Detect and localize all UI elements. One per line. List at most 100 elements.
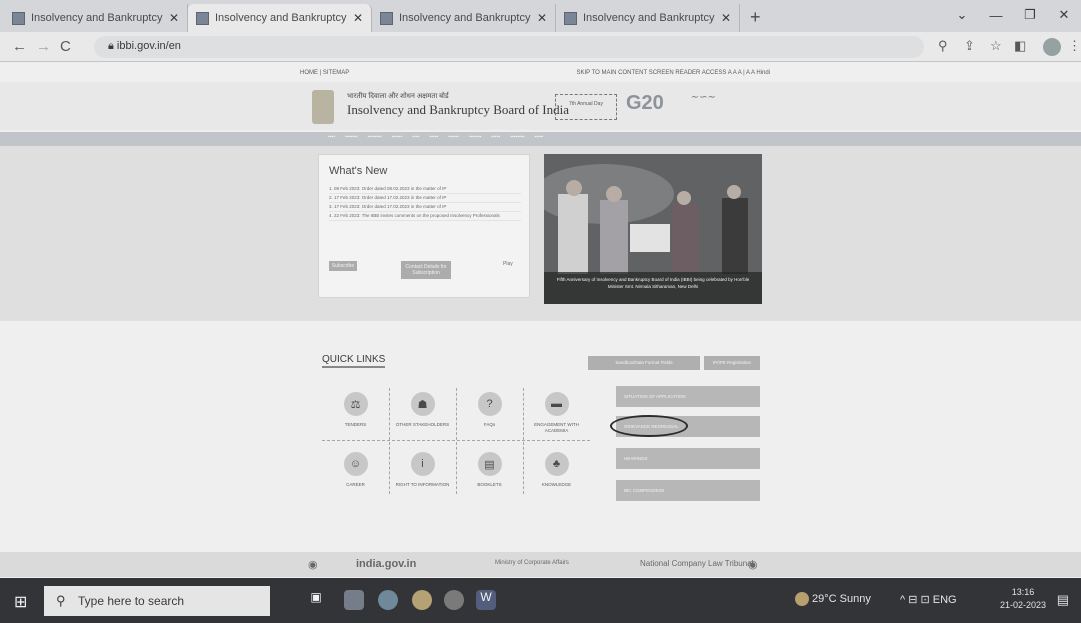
menu-item[interactable]: ▪▪▪▪▪ — [429, 134, 438, 140]
quick-link-booklets[interactable]: ▤ BOOKLETS — [456, 444, 523, 504]
weather-icon — [795, 592, 809, 606]
share-icon[interactable]: ⇪ — [964, 38, 975, 54]
search-icon: ⚲ — [56, 593, 66, 608]
task-view-icon[interactable]: ▣ — [306, 590, 326, 610]
zoom-icon[interactable]: ⚲ — [938, 38, 948, 54]
india-gov-link[interactable]: india.gov.in — [356, 558, 416, 570]
circle-icon: ◉ — [308, 559, 318, 571]
favicon-icon — [564, 11, 577, 25]
close-icon[interactable]: ✕ — [353, 11, 363, 25]
tab-strip: Insolvency and Bankruptcy Boar✕ Insolven… — [0, 0, 1081, 32]
menu-item[interactable]: ▪▪▪▪▪▪▪▪ — [368, 134, 382, 140]
menu-icon[interactable]: ⋮ — [1068, 38, 1081, 54]
mca-link[interactable]: Ministry of Corporate Affairs — [495, 560, 569, 566]
handshake-icon: ▬ — [544, 392, 569, 416]
people-icon: ☗ — [410, 392, 435, 416]
clock[interactable]: 13:16 21-02-2023 — [1000, 586, 1046, 612]
tab-search-icon[interactable]: ⌄ — [945, 7, 979, 23]
close-icon[interactable]: ✕ — [537, 11, 547, 25]
career-icon: ☺ — [343, 452, 368, 476]
forward-icon[interactable]: → — [36, 38, 51, 55]
quick-links-title: QUICK LINKS — [322, 354, 386, 368]
list-item[interactable]: 4. 22 Feb 2023: The IBBI invites comment… — [329, 212, 521, 221]
list-item[interactable]: 2. 17 Feb 2023: Order dated 17.02.2023 i… — [329, 194, 521, 203]
windows-start-icon[interactable]: ⊞ — [14, 592, 27, 612]
new-tab-button[interactable]: + — [740, 7, 771, 32]
notification-icon[interactable]: ▤ — [1057, 592, 1069, 608]
maximize-button[interactable]: ❐ — [1013, 7, 1047, 23]
footer-logos: ◉ india.gov.in Ministry of Corporate Aff… — [0, 552, 1081, 577]
favicon-icon — [380, 11, 393, 25]
back-icon[interactable]: ← — [12, 38, 27, 55]
gavel-icon: ⚖ — [343, 392, 368, 416]
nclt-link[interactable]: National Company Law Tribunal — [640, 559, 753, 568]
edge-icon[interactable] — [378, 590, 398, 610]
list-item[interactable]: 3. 17 Feb 2023: Order dated 17.02.2023 i… — [329, 203, 521, 212]
hero-section — [0, 146, 1081, 321]
chrome-icon[interactable] — [412, 590, 432, 610]
whats-new-list: 1. 09 Feb 2023: Order dated 08.02.2023 i… — [329, 185, 521, 221]
site-name-hindi: भारतीय दिवाला और शोधन अक्षमता बोर्ड — [347, 93, 449, 100]
favicon-icon — [12, 11, 25, 25]
quick-link-faqs[interactable]: ? FAQs — [456, 384, 523, 444]
anniversary-badge: 7th Annual Day — [555, 94, 617, 120]
star-icon[interactable]: ☆ — [990, 38, 1002, 54]
reload-icon[interactable]: C — [60, 38, 71, 55]
emblem-icon — [312, 90, 334, 124]
play-button[interactable]: Play — [503, 261, 513, 267]
close-icon[interactable]: ✕ — [721, 11, 731, 25]
knowledge-icon: ♣ — [544, 452, 569, 476]
circle-icon: ◉ — [748, 559, 758, 571]
close-window-button[interactable]: ✕ — [1047, 7, 1081, 23]
favicon-icon — [196, 11, 209, 25]
minimize-button[interactable]: — — [979, 8, 1013, 23]
menu-item[interactable]: ▪▪▪▪ — [328, 134, 335, 140]
quick-link-stakeholders[interactable]: ☗ OTHER STAKEHOLDERS — [389, 384, 456, 444]
quick-link-career[interactable]: ☺ CAREER — [322, 444, 389, 504]
weather-text[interactable]: 29°C Sunny — [812, 593, 871, 605]
close-icon[interactable]: ✕ — [169, 11, 179, 25]
main-menu: ▪▪▪▪ ▪▪▪▪▪▪▪ ▪▪▪▪▪▪▪▪ ▪▪▪▪▪▪ ▪▪▪▪ ▪▪▪▪▪ ▪▪▪▪▪▪… — [328, 134, 543, 140]
browser-tab[interactable]: Insolvency and Bankruptcy Boar✕ — [556, 4, 740, 32]
sandbox-button[interactable]: Sandbox/Data Format Fields — [588, 356, 700, 370]
g20-logo: G20 — [626, 92, 664, 114]
menu-item[interactable]: ▪▪▪▪▪▪ — [448, 134, 459, 140]
menu-item[interactable]: ▪▪▪▪▪▪▪ — [469, 134, 481, 140]
browser-tab-active[interactable]: Insolvency and Bankruptcy Boar✕ — [188, 4, 372, 32]
browser-tab[interactable]: Insolvency and Bankruptcy Boar✕ — [372, 4, 556, 32]
browser-tab[interactable]: Insolvency and Bankruptcy Boar✕ — [4, 4, 188, 32]
quick-link-academia[interactable]: ▬ ENGAGEMENT WITH ACADEMIA — [523, 384, 590, 444]
quick-link-knowledge[interactable]: ♣ KNOWLEDGE — [523, 444, 590, 504]
avatar[interactable] — [1043, 38, 1061, 56]
photo-slideshow[interactable]: Fifth Anniversary of Insolvency and Bank… — [544, 154, 762, 304]
window-controls: ⌄ — ❐ ✕ — [945, 0, 1081, 30]
right-link-application[interactable]: SITUATION OF APPLICATION — [616, 386, 760, 407]
address-bar-row: ← → C 🔒︎ ibbi.gov.in/en ⚲ ⇪ ☆ ◧ ⋮ — [0, 32, 1081, 62]
site-name[interactable]: Insolvency and Bankruptcy Board of India — [347, 102, 569, 118]
system-tray[interactable]: ^ ⊟ ⊡ ENG — [900, 593, 957, 606]
quick-link-rti[interactable]: i RIGHT TO INFORMATION — [389, 444, 456, 504]
word-icon[interactable]: W — [476, 590, 496, 610]
registration-button[interactable]: IP/IPE Registration — [704, 356, 760, 370]
info-icon: i — [410, 452, 435, 476]
menu-item[interactable]: ▪▪▪▪▪▪▪▪ — [510, 134, 524, 140]
menu-item[interactable]: ▪▪▪▪ — [412, 134, 419, 140]
sidebar-icon[interactable]: ◧ — [1014, 38, 1026, 54]
url-input[interactable]: 🔒︎ ibbi.gov.in/en — [94, 36, 924, 58]
subscribe-button[interactable]: Subscribe — [329, 261, 357, 271]
menu-item[interactable]: ▪▪▪▪▪▪ — [392, 134, 403, 140]
file-explorer-icon[interactable] — [344, 590, 364, 610]
top-strip: HOME | SITEMAP SKIP TO MAIN CONTENT SCREE… — [300, 70, 770, 76]
app-icon[interactable] — [444, 590, 464, 610]
taskbar-search[interactable]: ⚲ Type here to search — [44, 586, 270, 616]
quick-link-tenders[interactable]: ⚖ TENDERS — [322, 384, 389, 444]
list-item[interactable]: 1. 09 Feb 2023: Order dated 08.02.2023 i… — [329, 185, 521, 194]
webpage: HOME | SITEMAP SKIP TO MAIN CONTENT SCREE… — [0, 62, 1081, 577]
right-link-compendium[interactable]: IBC COMPENDIUM — [616, 480, 760, 501]
contact-details-button[interactable]: Contact Details for Subscription — [401, 261, 451, 279]
menu-item[interactable]: ▪▪▪▪▪▪▪ — [345, 134, 357, 140]
menu-item[interactable]: ▪▪▪▪▪ — [534, 134, 543, 140]
right-link-hearings[interactable]: HEARINGS — [616, 448, 760, 469]
menu-item[interactable]: ▪▪▪▪▪ — [491, 134, 500, 140]
question-icon: ? — [477, 392, 502, 416]
